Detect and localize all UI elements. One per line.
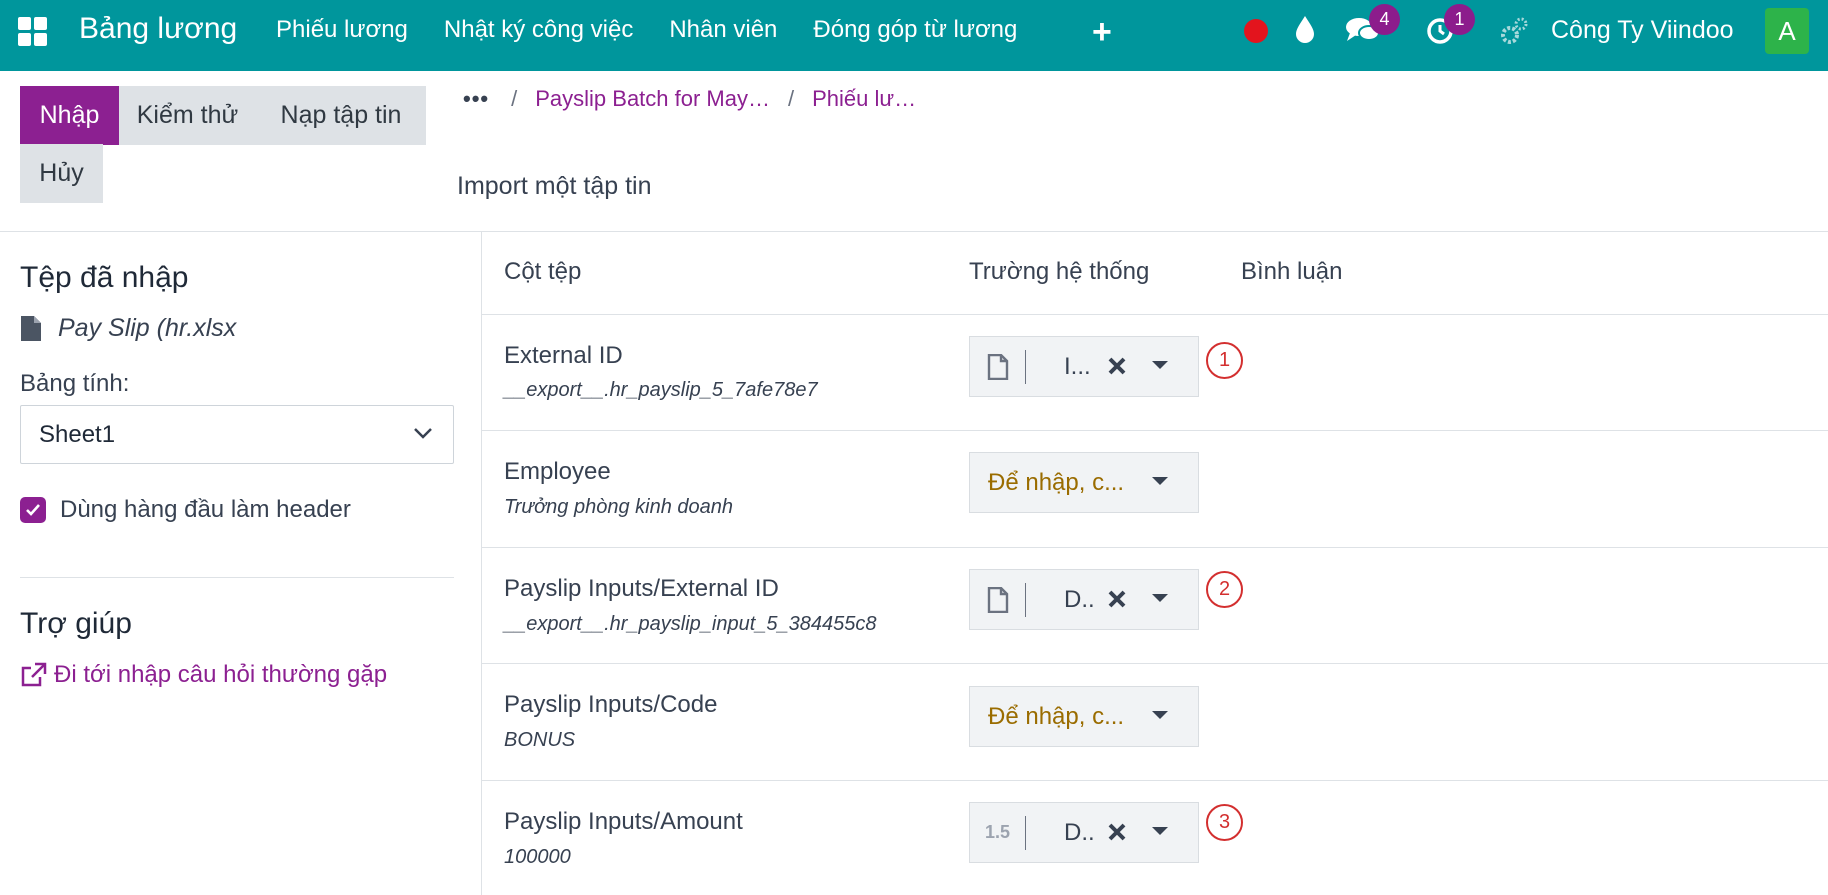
file-icon: [21, 316, 41, 341]
activities-badge: 1: [1444, 4, 1475, 35]
app-title[interactable]: Bảng lương: [79, 12, 237, 46]
separator: [1025, 582, 1026, 617]
faq-link[interactable]: Đi tới nhập câu hỏi thường gặp: [20, 661, 387, 689]
caret-down-icon[interactable]: [1152, 827, 1168, 835]
row-column-name: External ID: [504, 342, 623, 369]
column-header-comment: Bình luận: [1241, 258, 1343, 285]
row-divider: [482, 547, 1828, 548]
plus-icon[interactable]: +: [1092, 13, 1112, 52]
breadcrumb-separator: /: [787, 86, 795, 111]
field-value: D..: [1064, 818, 1094, 846]
load-file-button[interactable]: Nạp tập tin: [256, 86, 426, 145]
menu-item-worklog[interactable]: Nhật ký công việc: [444, 16, 633, 44]
top-navbar: Bảng lương Phiếu lương Nhật ký công việc…: [0, 0, 1828, 71]
field-placeholder: Để nhập, c...: [988, 702, 1125, 730]
page-title: Import một tập tin: [457, 172, 652, 200]
file-icon: [970, 570, 1025, 629]
sidebar-separator: [20, 577, 454, 578]
imported-file-title: Tệp đã nhập: [20, 261, 189, 294]
sheet-select[interactable]: Sheet1: [20, 405, 454, 464]
row-sample-value: 100000: [504, 846, 571, 868]
gear-icon[interactable]: [1499, 15, 1529, 52]
row-column-name: Payslip Inputs/Code: [504, 691, 718, 718]
sidebar-divider: [481, 232, 482, 895]
record-icon[interactable]: [1244, 19, 1268, 43]
separator: [1025, 349, 1026, 384]
import-button[interactable]: Nhập: [20, 86, 119, 145]
field-placeholder: Để nhập, c...: [988, 468, 1125, 496]
annotation-marker: 3: [1206, 804, 1243, 841]
row-sample-value: __export__.hr_payslip_input_5_384455c8: [504, 613, 877, 635]
row-sample-value: BONUS: [504, 729, 576, 751]
external-link-icon: [21, 662, 47, 687]
annotation-marker: 2: [1206, 571, 1243, 608]
caret-down-icon[interactable]: [1152, 477, 1168, 485]
field-value: I...: [1064, 352, 1091, 380]
clear-icon[interactable]: [1106, 586, 1128, 612]
column-header-field: Trường hệ thống: [969, 258, 1150, 285]
cancel-button[interactable]: Hủy: [20, 144, 103, 203]
breadcrumb-payslip[interactable]: Phiếu lư…: [812, 86, 916, 112]
field-select[interactable]: D..: [969, 569, 1199, 630]
faq-link-label: Đi tới nhập câu hỏi thường gặp: [54, 661, 388, 688]
menu-item-employees[interactable]: Nhân viên: [669, 16, 777, 44]
caret-down-icon[interactable]: [1152, 711, 1168, 719]
breadcrumb-more[interactable]: •••: [463, 86, 489, 112]
header-row-checkbox[interactable]: [20, 497, 46, 523]
menu-item-contributions[interactable]: Đóng góp từ lương: [813, 16, 1017, 44]
caret-down-icon[interactable]: [1152, 361, 1168, 369]
header-row-option: Dùng hàng đầu làm header: [20, 496, 351, 524]
breadcrumb: ••• / Payslip Batch for May… / Phiếu lư…: [463, 86, 916, 112]
field-select[interactable]: Để nhập, c...: [969, 452, 1199, 513]
sheet-label: Bảng tính:: [20, 370, 130, 397]
sheet-select-value: Sheet1: [39, 420, 116, 448]
row-column-name: Payslip Inputs/Amount: [504, 808, 743, 835]
menu-item-payslips[interactable]: Phiếu lương: [276, 16, 408, 44]
column-header-file: Cột tệp: [504, 258, 582, 285]
row-divider: [482, 430, 1828, 431]
annotation-marker: 1: [1206, 342, 1243, 379]
divider: [0, 231, 1828, 232]
field-value: D..: [1064, 585, 1094, 613]
breadcrumb-separator: /: [511, 86, 518, 111]
help-title: Trợ giúp: [20, 607, 132, 640]
company-switcher[interactable]: Công Ty Viindoo: [1551, 16, 1734, 45]
row-sample-value: __export__.hr_payslip_5_7afe78e7: [504, 379, 818, 401]
clear-icon[interactable]: [1106, 819, 1128, 845]
user-avatar[interactable]: A: [1765, 8, 1809, 54]
row-column-name: Employee: [504, 458, 611, 485]
header-row-label: Dùng hàng đầu làm header: [60, 496, 351, 523]
breadcrumb-payslip-batch[interactable]: Payslip Batch for May…: [535, 86, 770, 112]
main-menu: Phiếu lương Nhật ký công việc Nhân viên …: [276, 16, 1053, 44]
separator: [1025, 815, 1026, 850]
caret-down-icon[interactable]: [1152, 594, 1168, 602]
chevron-down-icon: [414, 428, 432, 439]
field-select[interactable]: I...: [969, 336, 1199, 397]
float-type-icon: 1.5: [984, 822, 1011, 842]
row-sample-value: Trưởng phòng kinh doanh: [504, 496, 733, 518]
row-divider: [482, 663, 1828, 664]
table-divider: [482, 314, 1828, 315]
field-select[interactable]: 1.5 D..: [969, 802, 1199, 863]
file-name: Pay Slip (hr.xlsx: [58, 314, 237, 342]
row-divider: [482, 780, 1828, 781]
drop-icon[interactable]: [1294, 14, 1316, 49]
test-button[interactable]: Kiểm thử: [119, 86, 256, 145]
file-icon: [970, 337, 1025, 396]
messages-badge: 4: [1369, 4, 1400, 35]
field-select[interactable]: Để nhập, c...: [969, 686, 1199, 747]
clear-icon[interactable]: [1106, 353, 1128, 379]
imported-file: Pay Slip (hr.xlsx: [20, 314, 236, 343]
row-column-name: Payslip Inputs/External ID: [504, 575, 779, 602]
apps-menu-icon[interactable]: [18, 17, 48, 47]
